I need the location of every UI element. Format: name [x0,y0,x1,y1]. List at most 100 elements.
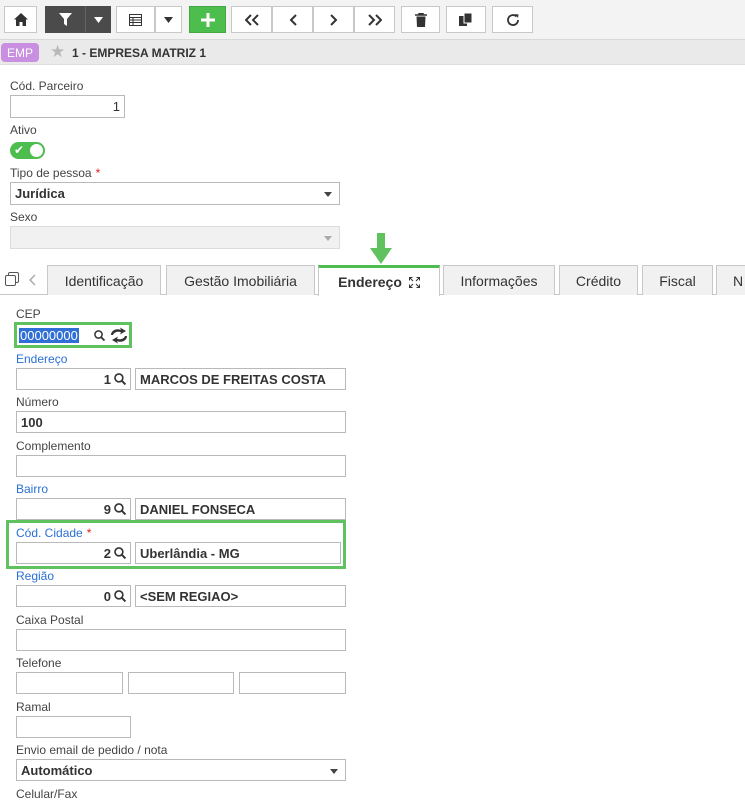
tab-gestao-imobiliaria[interactable]: Gestão Imobiliária [166,265,315,295]
star-icon[interactable]: ★ [50,43,65,61]
ramal-label: Ramal [16,700,51,714]
telefone-ddd-input[interactable] [16,672,123,694]
filter-icon [58,13,72,26]
telefone-label: Telefone [16,656,62,670]
chevron-down-icon [324,236,332,241]
endereco-code-input[interactable]: 1 [16,368,131,390]
regiao-name-input[interactable]: <SEM REGIAO> [135,585,346,607]
pages-icon[interactable] [5,272,19,286]
numero-input[interactable]: 100 [16,411,346,433]
numero-label: Número [16,395,59,409]
regiao-code-input[interactable]: 0 [16,585,131,607]
regiao-label[interactable]: Região [16,569,54,583]
expand-icon[interactable] [408,276,420,288]
view-dropdown-button[interactable] [155,6,182,33]
cep-value: 00000000 [19,327,79,343]
cidade-code-value: 2 [103,545,111,561]
envio-value: Automático [21,762,93,778]
filter-dropdown-button[interactable] [85,6,111,33]
tab-scroll-left-icon[interactable] [29,274,37,286]
home-button[interactable] [4,6,37,33]
required-marker: * [95,166,101,180]
search-icon[interactable] [114,547,126,559]
bairro-label[interactable]: Bairro [16,482,48,496]
cep-lookup-icon[interactable] [109,327,129,344]
celular-label: Celular/Fax [16,787,78,801]
company-title: 1 - EMPRESA MATRIZ 1 [72,46,207,60]
filter-button[interactable] [45,6,85,33]
cidade-name-input[interactable]: Uberlândia - MG [135,542,341,564]
telefone-number-input[interactable] [239,672,346,694]
next-record-button[interactable] [313,6,354,33]
tab-fiscal[interactable]: Fiscal [642,265,713,295]
sexo-label: Sexo [10,210,38,224]
double-chevron-right-icon [367,13,382,26]
last-record-button[interactable] [354,6,395,33]
complemento-input[interactable] [16,455,346,477]
caixa-postal-label: Caixa Postal [16,613,84,627]
tab-endereco-label: Endereço [338,274,402,290]
delete-button[interactable] [401,6,440,33]
cod-parceiro-label: Cód. Parceiro [10,79,84,93]
cidade-code-input[interactable]: 2 [16,542,131,564]
endereco-code-value: 1 [103,371,111,387]
trash-icon [414,12,427,27]
search-icon[interactable] [114,590,126,602]
chevron-down-icon [93,16,103,23]
envio-label: Envio email de pedido / nota [16,743,168,757]
refresh-button[interactable] [492,6,533,33]
tab-informacoes[interactable]: Informações [443,265,555,295]
bairro-code-value: 9 [103,501,111,517]
previous-record-button[interactable] [272,6,313,33]
toggle-knob [30,144,43,157]
cidade-label-text: Cód. Cidade [16,526,83,540]
regiao-code-value: 0 [103,588,111,604]
cep-label: CEP [16,307,41,321]
duplicate-button[interactable] [446,6,486,33]
tab-more[interactable]: N [716,265,745,295]
company-bar: EMP ★ 1 - EMPRESA MATRIZ 1 [0,40,745,65]
search-icon[interactable] [114,373,126,385]
grid-icon [129,13,142,26]
tipo-pessoa-select[interactable]: Jurídica [10,182,340,205]
chevron-right-icon [329,13,337,26]
tab-identificacao[interactable]: Identificação [47,265,161,295]
annotation-arrow-down-icon [370,233,392,264]
tipo-pessoa-label-text: Tipo de pessoa [10,166,92,180]
refresh-icon [506,13,519,26]
chevron-down-icon [324,192,332,197]
search-icon[interactable] [114,503,126,515]
telefone-prefix-input[interactable] [128,672,234,694]
complemento-label: Complemento [16,439,91,453]
required-marker: * [86,526,92,540]
tab-credito[interactable]: Crédito [559,265,638,295]
sexo-select[interactable] [10,226,340,249]
endereco-label[interactable]: Endereço [16,352,67,366]
add-button[interactable] [189,6,226,33]
search-icon[interactable] [94,330,105,341]
ativo-label: Ativo [10,123,37,137]
copy-icon [459,12,473,26]
ativo-toggle[interactable]: ✔ [10,142,45,159]
grid-view-button[interactable] [116,6,155,33]
tipo-pessoa-label: Tipo de pessoa * [10,166,100,180]
envio-select[interactable]: Automático [16,759,346,781]
chevron-left-icon [289,13,297,26]
tipo-pessoa-value: Jurídica [15,186,65,201]
first-record-button[interactable] [231,6,272,33]
home-icon [13,13,28,26]
endereco-name-input[interactable]: MARCOS DE FREITAS COSTA [135,368,346,390]
double-chevron-left-icon [244,13,259,26]
company-badge[interactable]: EMP [1,43,39,62]
caixa-postal-input[interactable] [16,629,346,651]
bairro-code-input[interactable]: 9 [16,498,131,520]
bairro-name-input[interactable]: DANIEL FONSECA [135,498,346,520]
tab-endereco[interactable]: Endereço [318,265,440,296]
cod-parceiro-input[interactable]: 1 [10,95,125,118]
plus-icon [200,12,215,27]
cidade-label[interactable]: Cód. Cidade * [16,526,91,540]
chevron-down-icon [164,16,173,23]
ramal-input[interactable] [16,716,131,738]
toolbar [0,0,745,40]
cep-input[interactable]: 00000000 [17,325,107,345]
